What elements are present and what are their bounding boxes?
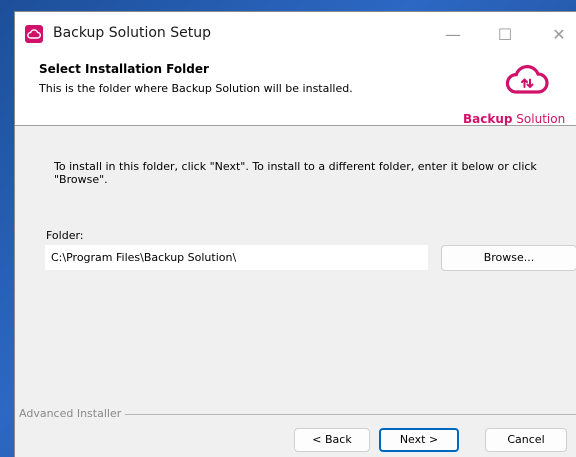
- close-icon[interactable]: ✕: [539, 20, 576, 50]
- page-title: Select Installation Folder: [39, 62, 209, 76]
- setup-window: Backup Solution Setup — ☐ ✕ Select Insta…: [14, 11, 576, 457]
- browse-button[interactable]: Browse...: [441, 245, 576, 271]
- brand-cloud-icon: [505, 65, 549, 94]
- folder-label: Folder:: [46, 229, 84, 242]
- folder-path-input[interactable]: [45, 245, 428, 270]
- brand-name-bold: Backup: [463, 112, 513, 126]
- page-subtitle: This is the folder where Backup Solution…: [39, 82, 353, 95]
- brand-name-rest: Solution: [512, 112, 566, 126]
- next-button[interactable]: Next >: [379, 428, 459, 452]
- cancel-button[interactable]: Cancel: [485, 428, 567, 452]
- back-button[interactable]: < Back: [294, 428, 370, 452]
- brand-name: Backup Solution: [463, 112, 565, 126]
- app-cloud-icon: [25, 25, 43, 43]
- minimize-icon[interactable]: —: [433, 20, 473, 50]
- window-title: Backup Solution Setup: [53, 25, 211, 41]
- installer-brand-label: Advanced Installer: [19, 407, 122, 420]
- footer-divider: [125, 414, 576, 415]
- page-header: Select Installation Folder This is the f…: [15, 56, 576, 126]
- title-bar[interactable]: Backup Solution Setup — ☐ ✕: [15, 12, 576, 56]
- instruction-text: To install in this folder, click "Next".…: [54, 160, 537, 186]
- maximize-icon[interactable]: ☐: [485, 20, 525, 50]
